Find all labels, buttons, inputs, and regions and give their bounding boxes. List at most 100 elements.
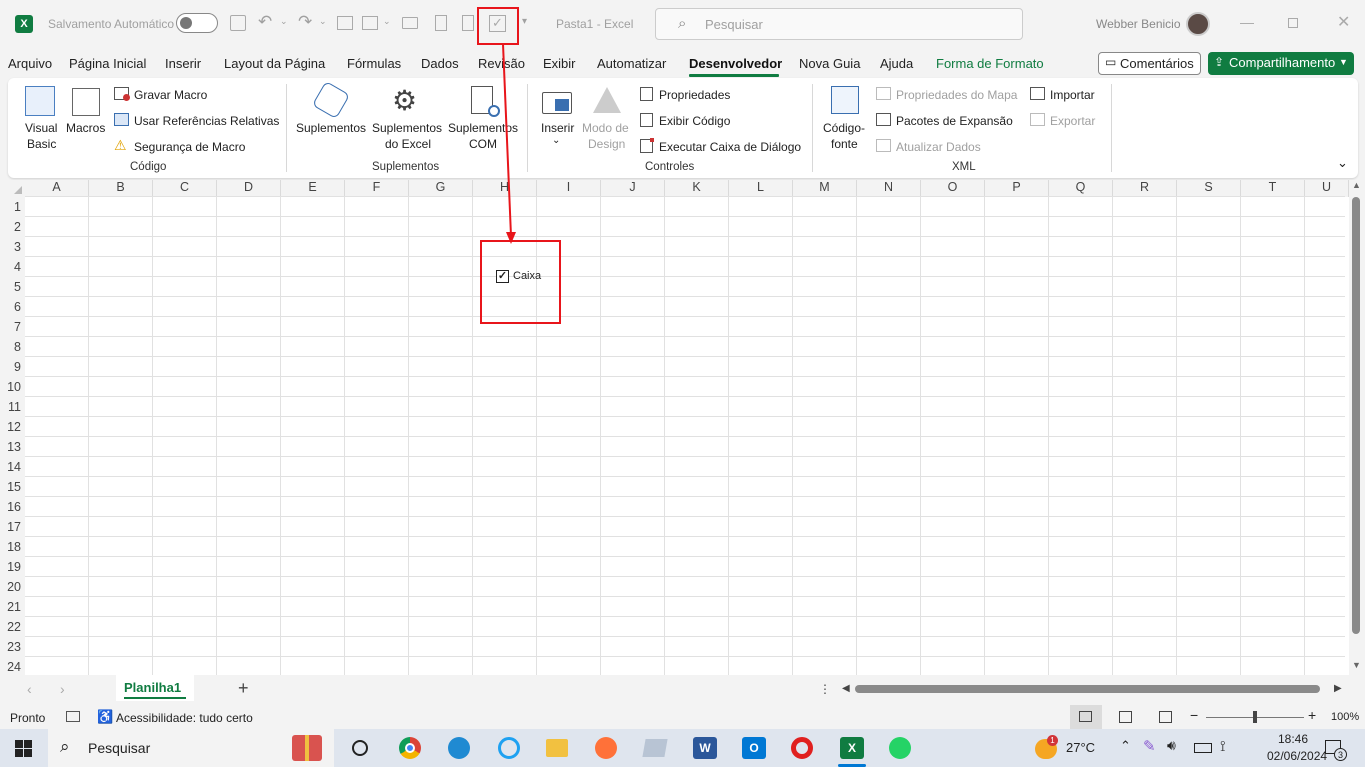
row-header[interactable]: 2 (0, 217, 25, 237)
column-header[interactable]: P (985, 180, 1049, 197)
row-header[interactable]: 9 (0, 357, 25, 377)
tab-forma-de-formato[interactable]: Forma de Formato (936, 56, 1044, 71)
word-icon[interactable]: W (693, 737, 717, 759)
column-header[interactable]: F (345, 180, 409, 197)
row-header[interactable]: 21 (0, 597, 25, 617)
propriedades-button[interactable]: Propriedades (659, 88, 730, 102)
internet-explorer-icon[interactable] (498, 737, 520, 759)
zoom-out-icon[interactable]: − (1190, 707, 1198, 723)
scroll-left-icon[interactable]: ◀ (842, 683, 850, 694)
battery-icon[interactable] (1194, 743, 1212, 753)
column-header[interactable]: B (89, 180, 153, 197)
opera-icon[interactable] (791, 737, 813, 759)
temperature[interactable]: 27°C (1066, 740, 1095, 755)
customize-toolbar-icon[interactable]: ▾ (522, 16, 527, 27)
restore-icon[interactable] (1288, 18, 1298, 28)
usar-referencias-button[interactable]: Usar Referências Relativas (134, 114, 279, 128)
macros-button[interactable]: Macros (66, 121, 105, 135)
undo-dropdown-icon[interactable]: ⌄ (280, 16, 288, 27)
horizontal-scroll-thumb[interactable] (855, 685, 1320, 693)
taskbar-search[interactable]: ⌕ Pesquisar (48, 729, 334, 767)
clock-time[interactable]: 18:46 (1278, 732, 1308, 746)
clock-date[interactable]: 02/06/2024 (1267, 749, 1327, 763)
column-header[interactable]: U (1305, 180, 1349, 197)
autosave-toggle[interactable] (176, 13, 218, 33)
worksheet-grid[interactable] (0, 180, 1365, 675)
row-header[interactable]: 7 (0, 317, 25, 337)
row-header[interactable]: 20 (0, 577, 25, 597)
column-header[interactable]: E (281, 180, 345, 197)
column-header[interactable]: C (153, 180, 217, 197)
app-icon[interactable] (642, 739, 668, 757)
add-sheet-icon[interactable]: + (238, 678, 249, 699)
page-break-view-icon[interactable] (1159, 711, 1172, 723)
column-header[interactable]: Q (1049, 180, 1113, 197)
seguranca-macro-button[interactable]: Segurança de Macro (134, 140, 245, 154)
tab-automatizar[interactable]: Automatizar (597, 56, 666, 71)
save-icon[interactable] (230, 15, 246, 31)
column-header[interactable]: N (857, 180, 921, 197)
row-header[interactable]: 19 (0, 557, 25, 577)
atualizar-dados-button[interactable]: Atualizar Dados (896, 140, 981, 154)
sheet-tab-planilha1[interactable]: Planilha1 (116, 675, 194, 701)
column-header[interactable]: J (601, 180, 665, 197)
row-header[interactable]: 1 (0, 197, 25, 217)
row-header[interactable]: 8 (0, 337, 25, 357)
scroll-up-icon[interactable]: ▲ (1352, 180, 1361, 190)
zoom-slider[interactable] (1206, 711, 1304, 723)
modo-design-button[interactable]: Modo de (582, 121, 629, 135)
tab-desenvolvedor[interactable]: Desenvolvedor (689, 56, 782, 71)
row-header[interactable]: 4 (0, 257, 25, 277)
file-explorer-icon[interactable] (546, 739, 568, 757)
column-header[interactable]: K (665, 180, 729, 197)
prev-sheet-icon[interactable]: ‹ (27, 681, 32, 697)
row-header[interactable]: 16 (0, 497, 25, 517)
column-header[interactable]: D (217, 180, 281, 197)
next-sheet-icon[interactable]: › (60, 681, 65, 697)
print-preview-icon[interactable] (362, 16, 378, 30)
row-header[interactable]: 18 (0, 537, 25, 557)
exportar-button[interactable]: Exportar (1050, 114, 1095, 128)
page-layout-view-icon[interactable] (1119, 711, 1132, 723)
new-file-icon[interactable] (462, 15, 474, 31)
user-name[interactable]: Webber Benicio (1096, 17, 1181, 31)
column-header[interactable]: M (793, 180, 857, 197)
executar-caixa-button[interactable]: Executar Caixa de Diálogo (659, 140, 801, 154)
close-icon[interactable]: ✕ (1337, 12, 1350, 32)
undo-icon[interactable]: ↶ (258, 12, 272, 32)
tab-dados[interactable]: Dados (421, 56, 459, 71)
column-header[interactable]: O (921, 180, 985, 197)
column-header[interactable]: S (1177, 180, 1241, 197)
scroll-right-icon[interactable]: ▶ (1334, 683, 1342, 694)
inserir-control-button[interactable]: Inserir (541, 121, 574, 135)
task-view-icon[interactable] (352, 740, 368, 756)
row-header[interactable]: 17 (0, 517, 25, 537)
row-header[interactable]: 12 (0, 417, 25, 437)
collapse-ribbon-icon[interactable]: ⌄ (1337, 155, 1348, 171)
chrome-icon[interactable] (399, 737, 421, 759)
tab-formulas[interactable]: Fórmulas (347, 56, 401, 71)
importar-button[interactable]: Importar (1050, 88, 1095, 102)
tab-ajuda[interactable]: Ajuda (880, 56, 913, 71)
scroll-down-icon[interactable]: ▼ (1352, 660, 1361, 670)
column-header[interactable]: R (1113, 180, 1177, 197)
minimize-icon[interactable]: — (1240, 14, 1254, 30)
pacotes-expansao-button[interactable]: Pacotes de Expansão (896, 114, 1013, 128)
whatsapp-icon[interactable] (889, 737, 911, 759)
row-header[interactable]: 22 (0, 617, 25, 637)
exibir-codigo-button[interactable]: Exibir Código (659, 114, 730, 128)
volume-icon[interactable]: 🔊︎ (1167, 737, 1176, 754)
avatar[interactable] (1186, 12, 1210, 36)
column-header[interactable]: I (537, 180, 601, 197)
row-header[interactable]: 11 (0, 397, 25, 417)
row-header[interactable]: 10 (0, 377, 25, 397)
tab-layout[interactable]: Layout da Página (224, 56, 325, 71)
comments-button[interactable]: ▭ Comentários (1098, 52, 1201, 75)
vertical-scroll-thumb[interactable] (1352, 197, 1360, 634)
document-icon[interactable] (435, 15, 447, 31)
zoom-level[interactable]: 100% (1331, 711, 1359, 723)
column-header[interactable]: A (25, 180, 89, 197)
suplementos-excel-button[interactable]: Suplementos (372, 121, 442, 135)
gravar-macro-button[interactable]: Gravar Macro (134, 88, 207, 102)
row-header[interactable]: 5 (0, 277, 25, 297)
